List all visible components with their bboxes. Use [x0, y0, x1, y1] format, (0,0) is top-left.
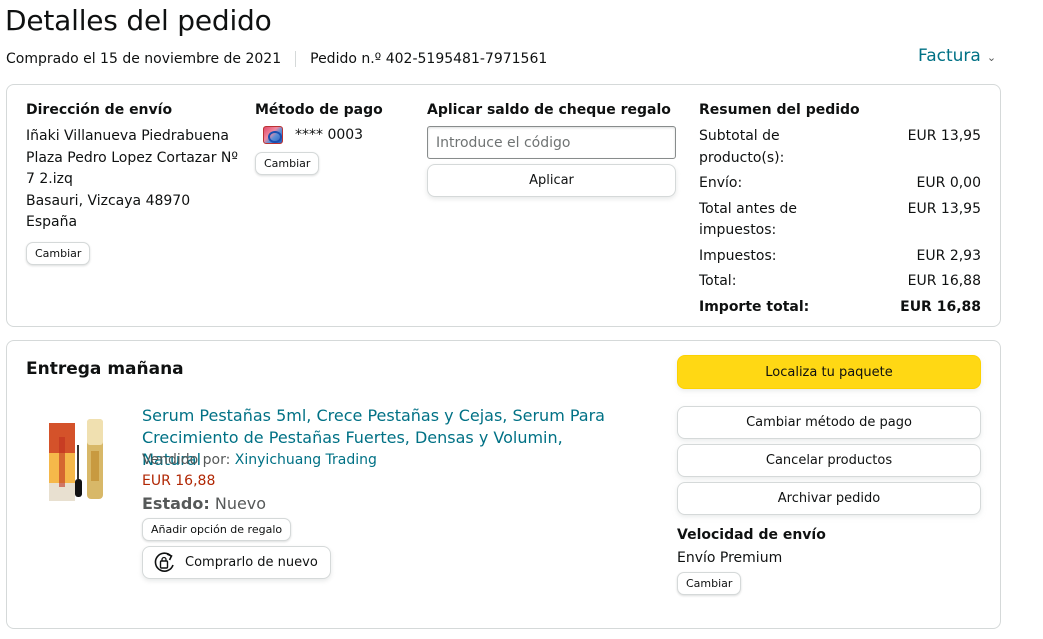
- order-meta: Comprado el 15 de noviembre de 2021 Pedi…: [6, 51, 547, 67]
- gift-code-input[interactable]: [427, 126, 676, 159]
- summary-row-tax: Impuestos: EUR 2,93: [699, 246, 981, 268]
- summary-label: Total:: [699, 273, 737, 289]
- summary-label: Importe total:: [699, 298, 810, 315]
- summary-label: Envío:: [699, 175, 743, 191]
- summary-label: Subtotal de producto(s):: [699, 128, 785, 166]
- change-payment-method-button[interactable]: Cambiar método de pago: [677, 406, 981, 439]
- shipping-line2: Basauri, Vizcaya 48970: [26, 192, 191, 209]
- card-number: **** 0003: [295, 127, 364, 143]
- summary-label: Total antes de impuestos:: [699, 200, 797, 239]
- summary-label: Impuestos:: [699, 247, 777, 264]
- payment-method-section: Método de pago **** 0003 Cambiar: [255, 102, 405, 175]
- shipping-speed-value: Envío Premium: [677, 550, 783, 566]
- apply-gift-button[interactable]: Aplicar: [427, 164, 676, 197]
- payment-method-title: Método de pago: [255, 102, 383, 118]
- track-package-button[interactable]: Localiza tu paquete: [677, 355, 981, 389]
- shipping-name: Iñaki Villanueva Piedrabuena: [26, 128, 229, 144]
- invoice-dropdown[interactable]: Factura ⌄: [918, 46, 996, 66]
- shipping-line1: Plaza Pedro Lopez Cortazar Nº 7 2.izq: [26, 149, 238, 188]
- summary-row-shipping: Envío: EUR 0,00: [699, 173, 981, 195]
- summary-row-subtotal: Subtotal de producto(s): EUR 13,95: [699, 126, 981, 169]
- archive-order-button[interactable]: Archivar pedido: [677, 482, 981, 515]
- condition-value: Nuevo: [214, 494, 267, 513]
- delivery-card: Entrega mañana Serum Pestañas 5ml, Crece…: [6, 340, 1001, 629]
- summary-value: EUR 16,88: [900, 298, 981, 315]
- shipping-country: España: [26, 214, 78, 230]
- shipping-speed-title: Velocidad de envío: [677, 527, 826, 543]
- order-number: Pedido n.º 402-5195481-7971561: [310, 51, 548, 67]
- page-title: Detalles del pedido: [5, 4, 272, 37]
- delivery-title: Entrega mañana: [26, 359, 184, 379]
- change-address-button[interactable]: Cambiar: [26, 241, 91, 265]
- condition-label: Estado:: [142, 494, 210, 513]
- summary-row-total: Total: EUR 16,88: [699, 271, 981, 293]
- invoice-label: Factura: [918, 46, 981, 66]
- summary-value: EUR 16,88: [907, 273, 981, 289]
- purchase-date: Comprado el 15 de noviembre de 2021: [6, 51, 282, 67]
- shipping-address-title: Dirección de envío: [26, 102, 173, 118]
- summary-value: EUR 13,95: [907, 128, 981, 144]
- rebuy-icon: [154, 551, 174, 572]
- meta-divider: [295, 51, 297, 67]
- credit-card-icon: [263, 126, 283, 144]
- cancel-items-button[interactable]: Cancelar productos: [677, 444, 981, 477]
- add-gift-option-button[interactable]: Añadir opción de regalo: [142, 518, 292, 541]
- buy-again-label: Comprarlo de nuevo: [185, 555, 318, 570]
- product-condition: Estado: Nuevo: [142, 494, 266, 513]
- product-image[interactable]: [47, 417, 117, 503]
- order-actions: Localiza tu paquete Cambiar método de pa…: [677, 355, 981, 595]
- sold-by-label: Vendido por:: [142, 452, 231, 468]
- sold-by: Vendido por: Xinyichuang Trading: [142, 452, 377, 468]
- chevron-down-icon: ⌄: [986, 50, 997, 64]
- payment-card-row: **** 0003: [263, 126, 405, 144]
- summary-row-before-tax: Total antes de impuestos: EUR 13,95: [699, 199, 981, 242]
- summary-value: EUR 0,00: [916, 175, 981, 191]
- shipping-address-section: Dirección de envío Iñaki Villanueva Pied…: [26, 102, 241, 265]
- order-info-card: Dirección de envío Iñaki Villanueva Pied…: [6, 84, 1001, 327]
- gift-card-section: Aplicar saldo de cheque regalo Aplicar: [427, 102, 677, 197]
- product-price: EUR 16,88: [142, 473, 216, 489]
- gift-card-title: Aplicar saldo de cheque regalo: [427, 102, 671, 118]
- buy-again-button[interactable]: Comprarlo de nuevo: [142, 546, 331, 579]
- summary-row-grand-total: Importe total: EUR 16,88: [699, 297, 981, 319]
- order-summary-section: Resumen del pedido Subtotal de producto(…: [699, 102, 981, 322]
- seller-link[interactable]: Xinyichuang Trading: [235, 452, 377, 468]
- summary-value: EUR 13,95: [907, 200, 981, 217]
- change-payment-button[interactable]: Cambiar: [255, 152, 320, 175]
- summary-value: EUR 2,93: [916, 247, 981, 264]
- change-shipping-speed-button[interactable]: Cambiar: [677, 572, 742, 595]
- order-summary-title: Resumen del pedido: [699, 102, 860, 118]
